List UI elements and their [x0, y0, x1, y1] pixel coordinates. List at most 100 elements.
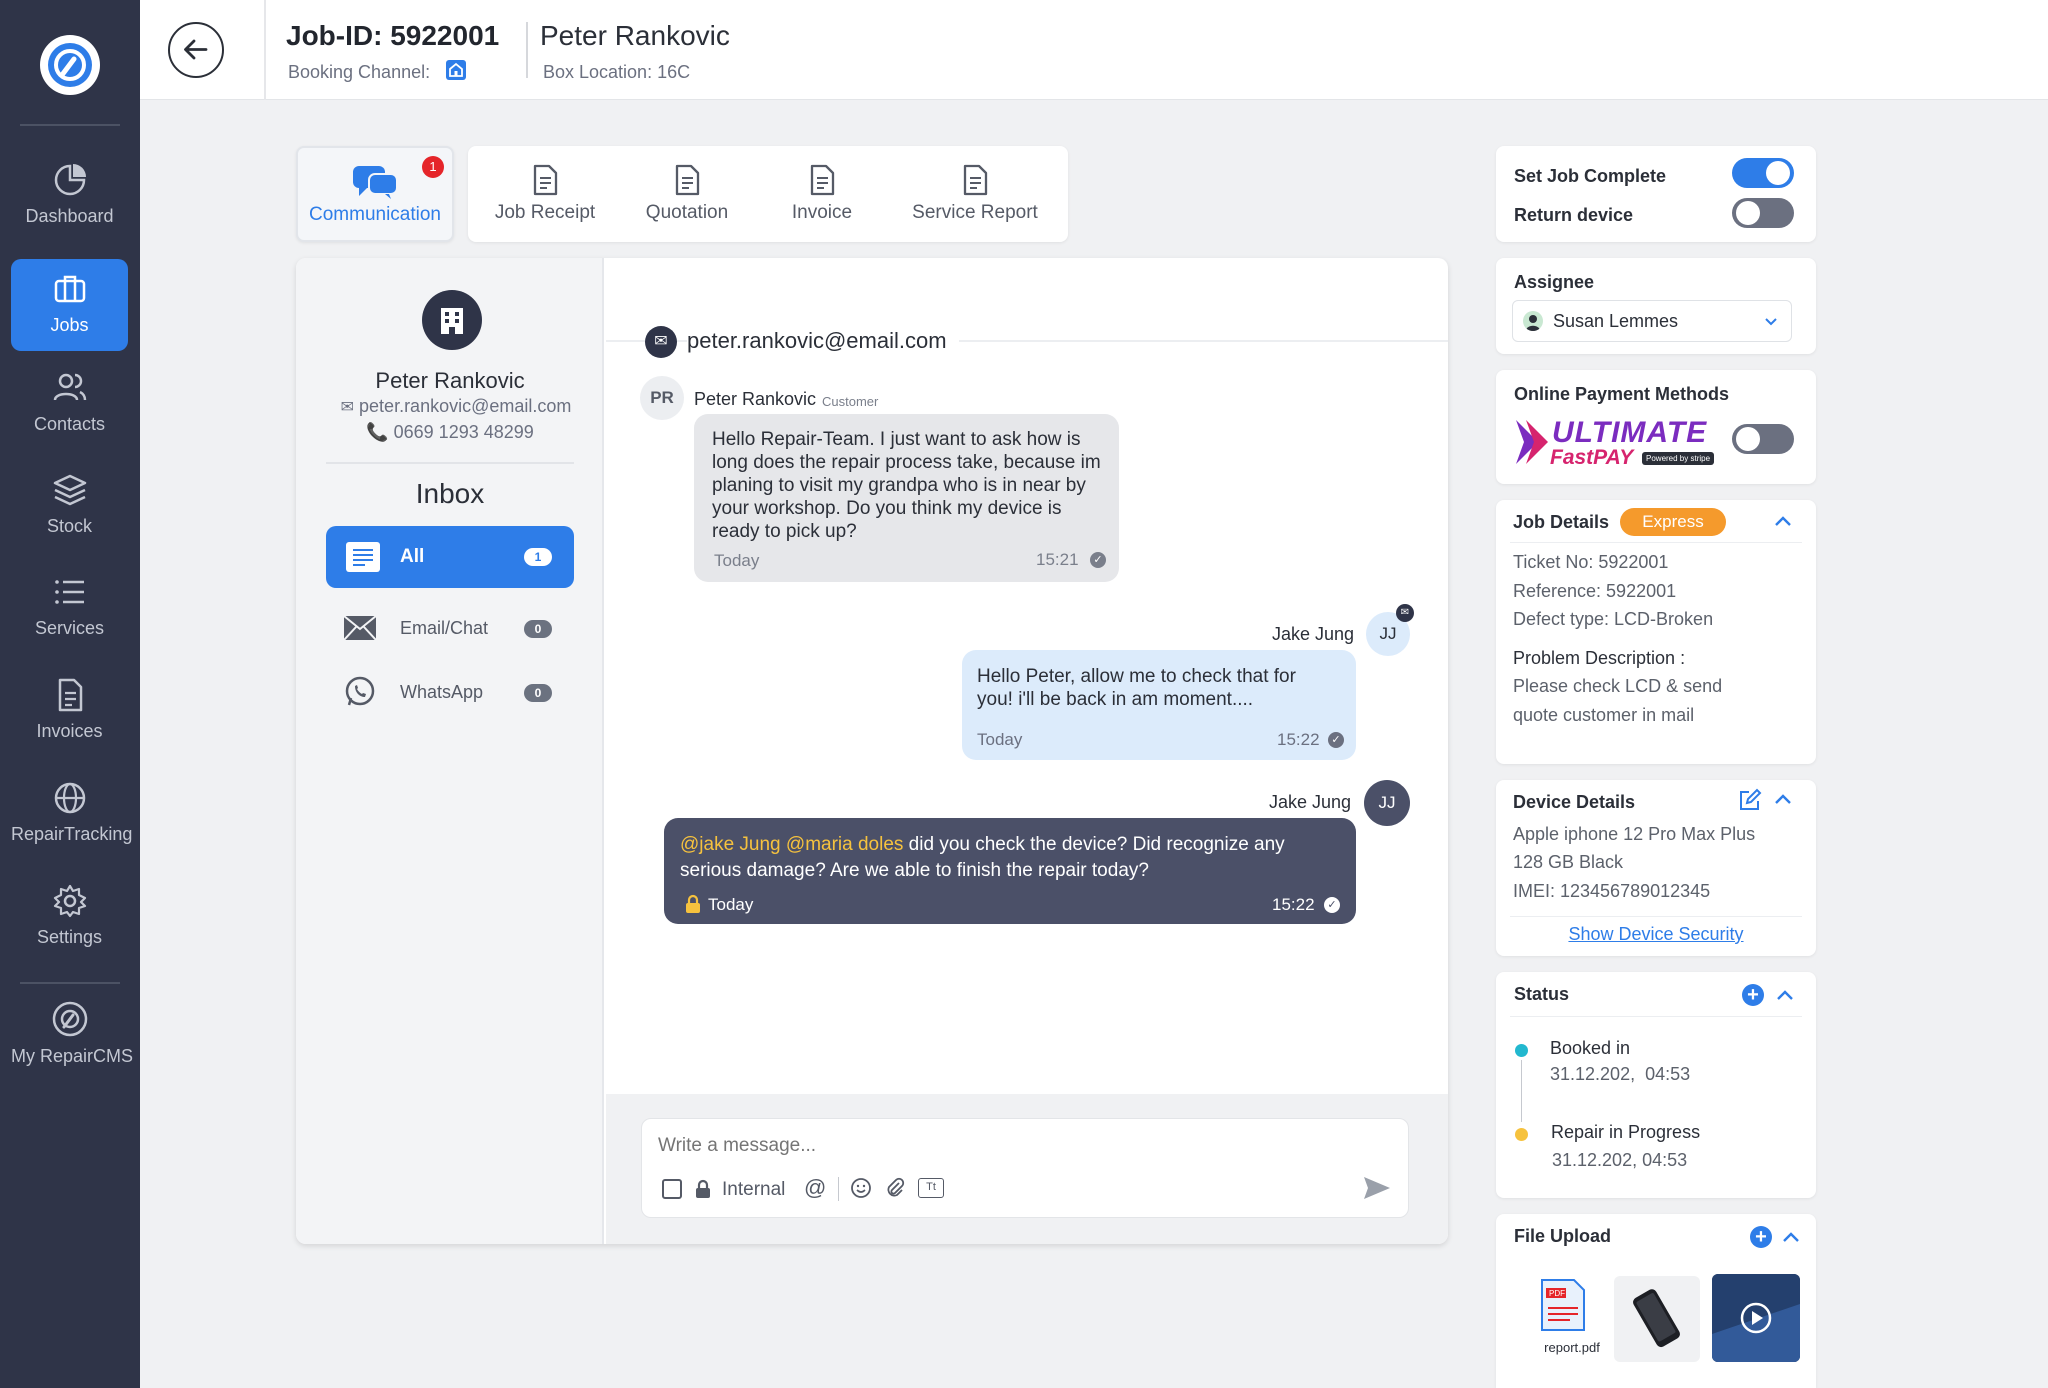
device-variant: 128 GB Black — [1513, 852, 1624, 872]
sidebar-item-settings[interactable]: Settings — [11, 883, 128, 975]
chevron-up-icon[interactable] — [1774, 984, 1796, 1006]
lock-icon — [684, 894, 702, 914]
file-thumbnail-video[interactable] — [1712, 1274, 1800, 1362]
tab-job-receipt[interactable]: Job Receipt — [480, 146, 610, 242]
sender-name: Jake Jung — [1272, 624, 1355, 644]
sidebar-item-invoices[interactable]: Invoices — [11, 677, 128, 769]
device-details-title: Device Details — [1513, 792, 1636, 812]
send-icon[interactable] — [1362, 1175, 1392, 1201]
inbox-count-badge: 0 — [524, 620, 552, 638]
contact-email-row: ✉ peter.rankovic@email.com — [326, 396, 586, 417]
booking-channel-label: Booking Channel: — [288, 62, 431, 82]
mention-icon[interactable]: @ — [804, 1175, 826, 1201]
message-time: 15:22 — [1277, 730, 1320, 749]
sidebar-item-repairtracking[interactable]: RepairTracking — [11, 780, 133, 872]
assignee-select[interactable]: Susan Lemmes — [1512, 300, 1792, 342]
chat-bubbles-icon — [353, 166, 398, 199]
divider — [838, 1177, 839, 1201]
repaircms-icon — [52, 1001, 87, 1037]
status-label: Booked in — [1550, 1038, 1631, 1058]
tab-quotation[interactable]: Quotation — [626, 146, 748, 242]
sidebar-item-my-repaircms[interactable]: My RepairCMS — [11, 1000, 134, 1092]
emoji-icon[interactable] — [850, 1177, 872, 1199]
tab-label: Job Receipt — [494, 202, 596, 223]
sidebar-item-dashboard[interactable]: Dashboard — [11, 162, 128, 254]
sidebar-item-contacts[interactable]: Contacts — [11, 370, 128, 462]
paperclip-icon[interactable] — [884, 1177, 906, 1199]
text-format-icon[interactable]: Tt — [918, 1178, 944, 1198]
message-input[interactable] — [658, 1131, 1358, 1161]
app-logo[interactable] — [40, 35, 100, 95]
file-thumbnail-pdf[interactable]: PDF report.pdf — [1512, 1274, 1600, 1360]
tab-communication[interactable]: Communication 1 — [296, 146, 454, 242]
pdf-icon: PDF — [1541, 1279, 1585, 1331]
chevron-up-icon[interactable] — [1772, 510, 1794, 532]
internal-checkbox[interactable] — [662, 1179, 682, 1199]
inbox-item-label: Email/Chat — [400, 618, 489, 638]
fastpay-toggle[interactable] — [1732, 424, 1794, 454]
inbox-title: Inbox — [415, 478, 485, 509]
incoming-message-bubble: Hello Repair-Team. I just want to ask ho… — [694, 414, 1119, 582]
divider — [1510, 1016, 1802, 1017]
header-divider — [264, 0, 266, 100]
inbox-count-badge: 0 — [524, 684, 552, 702]
notification-badge: 1 — [422, 156, 444, 178]
status-title: Status — [1514, 984, 1570, 1004]
back-button[interactable] — [168, 22, 224, 78]
sidebar-item-label: RepairTracking — [11, 824, 133, 844]
file-thumbnail-phone-image[interactable] — [1614, 1276, 1700, 1362]
inbox-item-all[interactable]: All 1 — [326, 526, 574, 588]
pie-chart-icon — [54, 164, 86, 196]
return-device-label: Return device — [1514, 205, 1634, 225]
inbox-item-email-chat[interactable]: Email/Chat 0 — [326, 602, 574, 654]
device-details-card: Device Details Apple iphone 12 Pro Max P… — [1496, 780, 1816, 956]
sender-role: Customer — [822, 394, 879, 409]
reference: Reference: 5922001 — [1513, 581, 1677, 601]
tab-label: Invoice — [791, 202, 853, 223]
chevron-up-icon[interactable] — [1780, 1226, 1802, 1248]
arrow-left-icon — [184, 39, 208, 60]
sidebar-item-label: My RepairCMS — [11, 1046, 134, 1066]
sidebar-item-label: Jobs — [50, 315, 89, 335]
check-icon: ✓ — [1328, 732, 1344, 748]
inbox-item-label: All — [400, 546, 425, 567]
sidebar-item-services[interactable]: Services — [11, 574, 128, 666]
file-upload-title: File Upload — [1514, 1226, 1612, 1246]
sidebar-item-jobs[interactable]: Jobs — [11, 259, 128, 351]
sender-name: Jake Jung — [1269, 792, 1352, 812]
message-day: Today — [714, 551, 760, 570]
file-upload-card: File Upload + PDF report.pdf — [1496, 1214, 1816, 1388]
set-job-complete-toggle[interactable] — [1732, 158, 1794, 188]
sidebar-item-stock[interactable]: Stock — [11, 472, 128, 564]
chat-header-email: peter.rankovic@email.com — [687, 328, 959, 354]
message-text: Hello Peter, allow me to check that for … — [977, 666, 1296, 710]
building-icon — [441, 308, 463, 334]
status-date: 31.12.202, 04:53 — [1550, 1064, 1691, 1084]
sidebar-item-label: Contacts — [33, 414, 106, 434]
status-dot — [1515, 1044, 1528, 1057]
problem-description-line-2: quote customer in mail — [1513, 705, 1695, 725]
contact-phone[interactable]: 0669 1293 48299 — [394, 422, 534, 442]
check-icon: ✓ — [1090, 552, 1106, 568]
ultimate-fastpay-logo: ULTIMATE FastPAY Powered by stripe — [1512, 416, 1728, 472]
add-file-icon[interactable]: + — [1750, 1226, 1772, 1248]
header-divider — [526, 22, 528, 78]
document-icon — [533, 164, 558, 196]
inbox-item-whatsapp[interactable]: WhatsApp 0 — [326, 666, 574, 718]
tab-service-report[interactable]: Service Report — [900, 146, 1050, 242]
tab-invoice[interactable]: Invoice — [772, 146, 872, 242]
outgoing-message-bubble: Hello Peter, allow me to check that for … — [962, 650, 1356, 760]
envelope-icon — [343, 615, 377, 641]
edit-icon[interactable] — [1738, 788, 1762, 812]
contact-email[interactable]: peter.rankovic@email.com — [359, 396, 571, 416]
message-text: Hello Repair-Team. I just want to ask ho… — [712, 429, 1101, 542]
defect-type: Defect type: LCD-Broken — [1513, 609, 1714, 629]
message-mentions[interactable]: @jake Jung @maria doles — [680, 834, 903, 855]
show-device-security-link[interactable]: Show Device Security — [1496, 924, 1816, 945]
return-device-toggle[interactable] — [1732, 198, 1794, 228]
problem-description-line-1: Please check LCD & send — [1513, 676, 1723, 696]
chevron-up-icon[interactable] — [1772, 788, 1794, 810]
add-status-icon[interactable]: + — [1742, 984, 1764, 1006]
whatsapp-icon — [345, 676, 375, 706]
avatar — [1523, 311, 1543, 331]
